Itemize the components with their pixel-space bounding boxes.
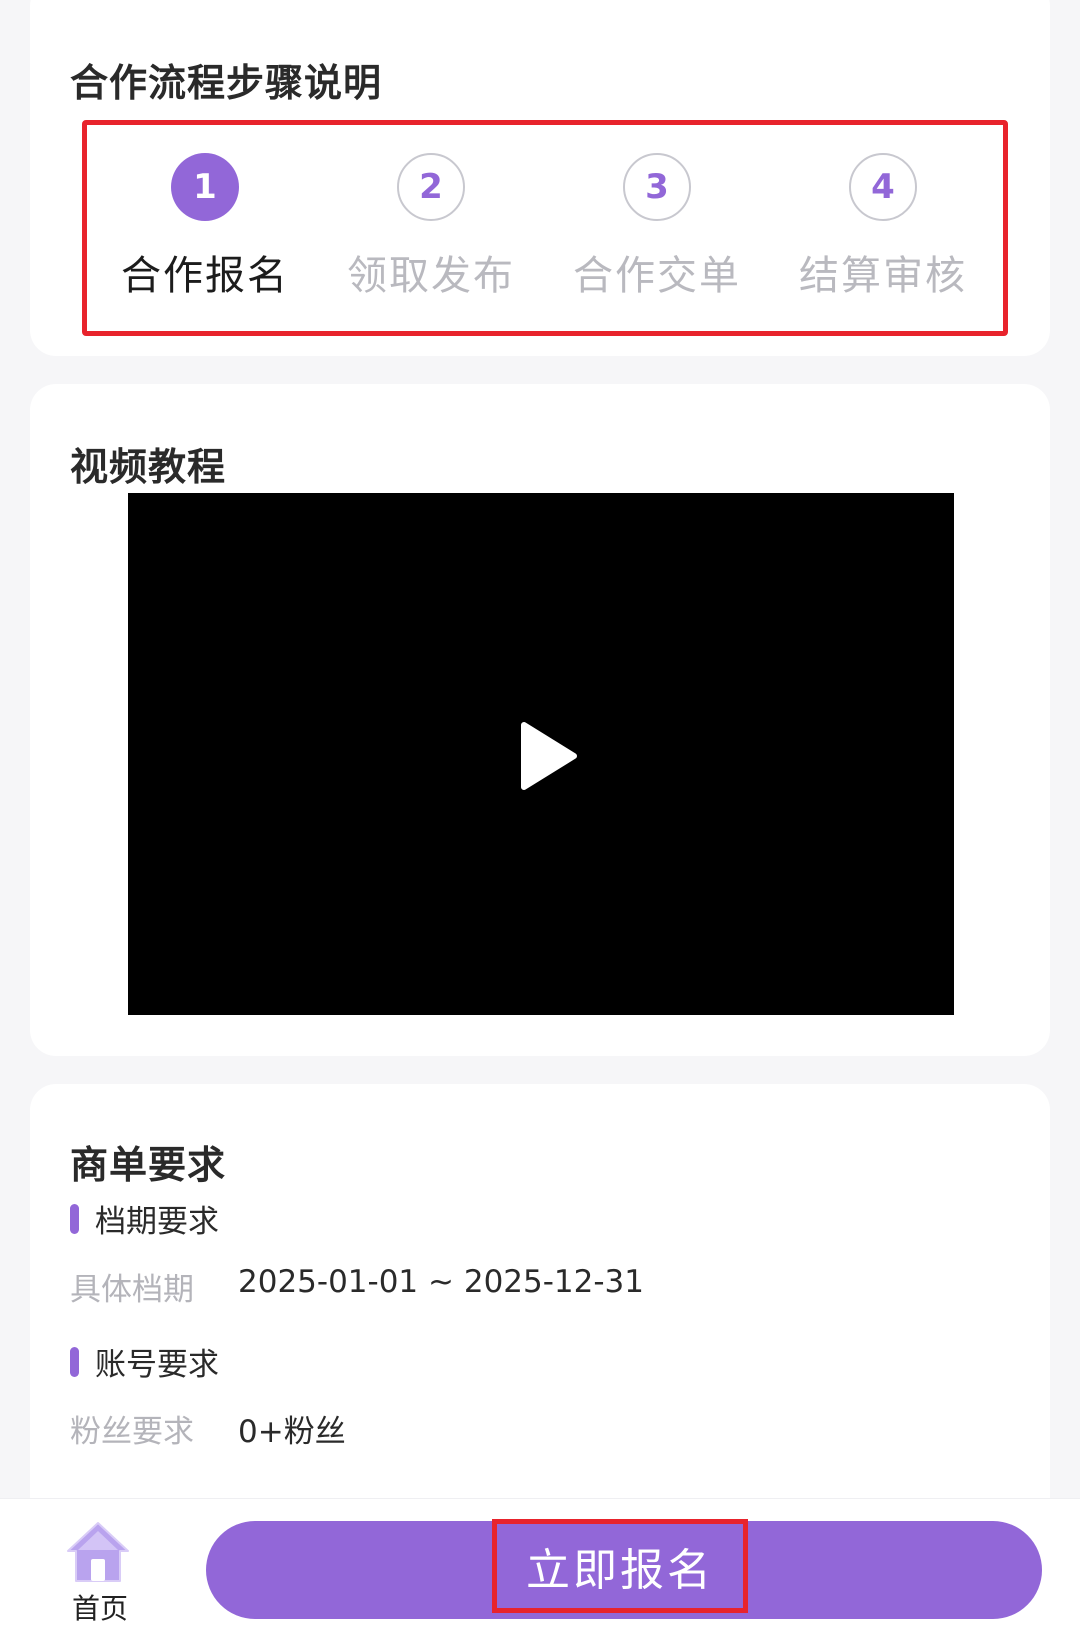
step-3-number: 3 [623,153,691,221]
schedule-heading-text: 档期要求 [95,1204,219,1240]
step-4-number: 4 [849,153,917,221]
home-tab[interactable]: 首页 [62,1521,138,1631]
section-marker [70,1346,79,1377]
home-label: 首页 [71,1592,128,1625]
step-1-number: 1 [171,153,239,221]
requirements-card-title: 商单要求 [70,1143,227,1187]
step-3-label: 合作交单 [573,253,741,299]
account-section-heading: 账号要求 [70,1339,219,1384]
video-player[interactable] [128,493,954,1015]
step-3[interactable]: 3 合作交单 [539,125,775,331]
steps-card-title: 合作流程步骤说明 [70,61,383,105]
step-2-number: 2 [397,153,465,221]
signup-highlight-frame: 立即报名 [492,1519,748,1613]
home-icon [67,1522,129,1582]
schedule-label: 具体档期 [70,1272,194,1308]
video-tutorial-card: 视频教程 [30,384,1050,1056]
step-4-label: 结算审核 [799,253,967,299]
followers-value: 0+粉丝 [238,1414,346,1450]
section-marker [70,1203,79,1234]
steps-highlight-frame: 1 合作报名 2 领取发布 3 合作交单 4 结算审核 [82,120,1008,336]
schedule-row: 具体档期 2025-01-01 ~ 2025-12-31 [70,1264,644,1309]
schedule-value: 2025-01-01 ~ 2025-12-31 [238,1264,644,1300]
step-1[interactable]: 1 合作报名 [87,125,323,331]
step-4[interactable]: 4 结算审核 [765,125,1001,331]
step-1-label: 合作报名 [121,253,289,299]
bottom-action-bar: 首页 立即报名 [0,1498,1080,1638]
signup-now-button[interactable]: 立即报名 [206,1519,1042,1619]
step-2[interactable]: 2 领取发布 [313,125,549,331]
followers-row: 粉丝要求 0+粉丝 [70,1406,346,1451]
step-2-label: 领取发布 [347,253,515,299]
account-heading-text: 账号要求 [95,1347,219,1383]
signup-button-label: 立即报名 [526,1545,714,1596]
video-card-title: 视频教程 [70,445,227,489]
cooperation-steps-card: 合作流程步骤说明 1 合作报名 2 领取发布 3 合作交单 4 结算审核 [30,0,1050,356]
schedule-section-heading: 档期要求 [70,1196,219,1241]
play-icon[interactable] [518,721,578,791]
followers-label: 粉丝要求 [70,1414,194,1450]
